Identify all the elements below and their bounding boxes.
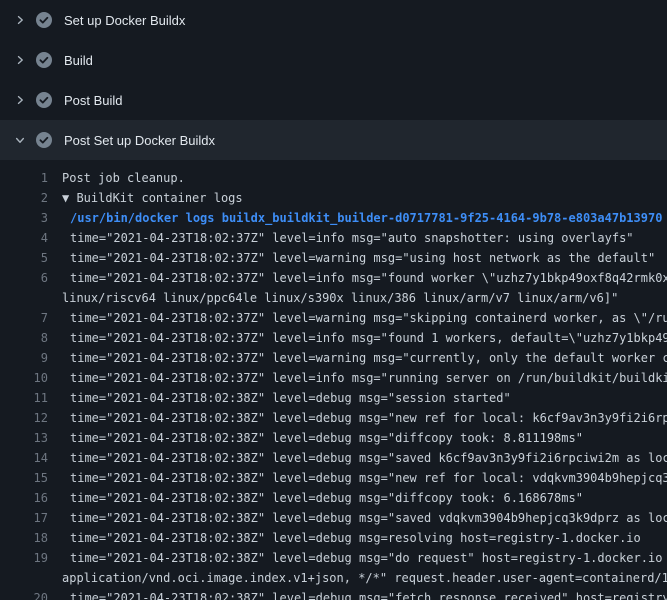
log-text: time="2021-04-23T18:02:37Z" level=warnin… [48,348,667,368]
line-number[interactable]: 1 [0,168,48,188]
line-number[interactable]: 9 [0,348,48,368]
check-circle-icon [36,92,52,108]
log-text: time="2021-04-23T18:02:38Z" level=debug … [48,588,667,600]
chevron-right-icon [14,54,36,66]
check-circle-icon [36,12,52,28]
log-line: 4 time="2021-04-23T18:02:37Z" level=info… [0,228,667,248]
line-number[interactable]: 10 [0,368,48,388]
log-text: time="2021-04-23T18:02:38Z" level=debug … [48,408,667,428]
line-number [0,568,48,588]
line-number[interactable]: 5 [0,248,48,268]
section-label: Post Build [64,93,123,108]
log-text: time="2021-04-23T18:02:37Z" level=info m… [48,328,667,348]
line-number[interactable]: 15 [0,468,48,488]
log-text: time="2021-04-23T18:02:37Z" level=info m… [48,228,667,248]
section-header-set-up-docker-buildx[interactable]: Set up Docker Buildx [0,0,667,40]
actions-log-viewer: Set up Docker Buildx Build Post Buil [0,0,667,600]
log-line: 11 time="2021-04-23T18:02:38Z" level=deb… [0,388,667,408]
log-line: 16 time="2021-04-23T18:02:38Z" level=deb… [0,488,667,508]
log-line: 5 time="2021-04-23T18:02:37Z" level=warn… [0,248,667,268]
log-text: time="2021-04-23T18:02:38Z" level=debug … [48,448,667,468]
log-text: time="2021-04-23T18:02:37Z" level=info m… [48,368,667,388]
check-circle-icon [36,132,52,148]
log-line: 20 time="2021-04-23T18:02:38Z" level=deb… [0,588,667,600]
line-number [0,288,48,308]
line-number[interactable]: 8 [0,328,48,348]
log-line: 18 time="2021-04-23T18:02:38Z" level=deb… [0,528,667,548]
section-header-build[interactable]: Build [0,40,667,80]
line-number[interactable]: 3 [0,208,48,228]
step-section-list: Set up Docker Buildx Build Post Buil [0,0,667,160]
section-label: Post Set up Docker Buildx [64,133,215,148]
log-text: Post job cleanup. [48,168,667,188]
log-line: 10 time="2021-04-23T18:02:37Z" level=inf… [0,368,667,388]
line-number[interactable]: 12 [0,408,48,428]
log-text: time="2021-04-23T18:02:38Z" level=debug … [48,488,667,508]
log-line: 13 time="2021-04-23T18:02:38Z" level=deb… [0,428,667,448]
log-text: linux/riscv64 linux/ppc64le linux/s390x … [48,288,667,308]
section-label: Build [64,53,93,68]
log-line: 19 time="2021-04-23T18:02:38Z" level=deb… [0,548,667,568]
log-text: time="2021-04-23T18:02:38Z" level=debug … [48,528,667,548]
log-text: time="2021-04-23T18:02:38Z" level=debug … [48,468,667,488]
line-number[interactable]: 14 [0,448,48,468]
check-circle-icon [36,52,52,68]
log-lines: 1 Post job cleanup. 2 ▼ BuildKit contain… [0,160,667,600]
section-label: Set up Docker Buildx [64,13,185,28]
line-number[interactable]: 7 [0,308,48,328]
log-line: 7 time="2021-04-23T18:02:37Z" level=warn… [0,308,667,328]
log-text: application/vnd.oci.image.index.v1+json,… [48,568,667,588]
line-number[interactable]: 16 [0,488,48,508]
log-text: time="2021-04-23T18:02:38Z" level=debug … [48,548,667,568]
chevron-down-icon [14,134,36,146]
log-group-toggle[interactable]: ▼ BuildKit container logs [48,188,667,208]
log-line: 3 /usr/bin/docker logs buildx_buildkit_b… [0,208,667,228]
line-number[interactable]: 2 [0,188,48,208]
line-number[interactable]: 11 [0,388,48,408]
log-line: 2 ▼ BuildKit container logs [0,188,667,208]
log-line: 15 time="2021-04-23T18:02:38Z" level=deb… [0,468,667,488]
log-line: 9 time="2021-04-23T18:02:37Z" level=warn… [0,348,667,368]
command-text: /usr/bin/docker logs buildx_buildkit_bui… [48,208,667,228]
section-header-post-set-up-docker-buildx[interactable]: Post Set up Docker Buildx [0,120,667,160]
line-number[interactable]: 6 [0,268,48,288]
line-number[interactable]: 17 [0,508,48,528]
line-number[interactable]: 20 [0,588,48,600]
section-header-post-build[interactable]: Post Build [0,80,667,120]
log-text: time="2021-04-23T18:02:38Z" level=debug … [48,508,667,528]
log-line: 12 time="2021-04-23T18:02:38Z" level=deb… [0,408,667,428]
chevron-right-icon [14,94,36,106]
log-text: time="2021-04-23T18:02:37Z" level=warnin… [48,248,667,268]
log-line: 14 time="2021-04-23T18:02:38Z" level=deb… [0,448,667,468]
log-text: time="2021-04-23T18:02:38Z" level=debug … [48,428,667,448]
line-number[interactable]: 4 [0,228,48,248]
line-number[interactable]: 18 [0,528,48,548]
log-line: 17 time="2021-04-23T18:02:38Z" level=deb… [0,508,667,528]
log-line: application/vnd.oci.image.index.v1+json,… [0,568,667,588]
log-line: 8 time="2021-04-23T18:02:37Z" level=info… [0,328,667,348]
log-text: time="2021-04-23T18:02:37Z" level=warnin… [48,308,667,328]
chevron-right-icon [14,14,36,26]
log-text: time="2021-04-23T18:02:38Z" level=debug … [48,388,667,408]
log-line: 1 Post job cleanup. [0,168,667,188]
log-line: 6 time="2021-04-23T18:02:37Z" level=info… [0,268,667,288]
line-number[interactable]: 13 [0,428,48,448]
log-line: linux/riscv64 linux/ppc64le linux/s390x … [0,288,667,308]
log-text: time="2021-04-23T18:02:37Z" level=info m… [48,268,667,288]
line-number[interactable]: 19 [0,548,48,568]
